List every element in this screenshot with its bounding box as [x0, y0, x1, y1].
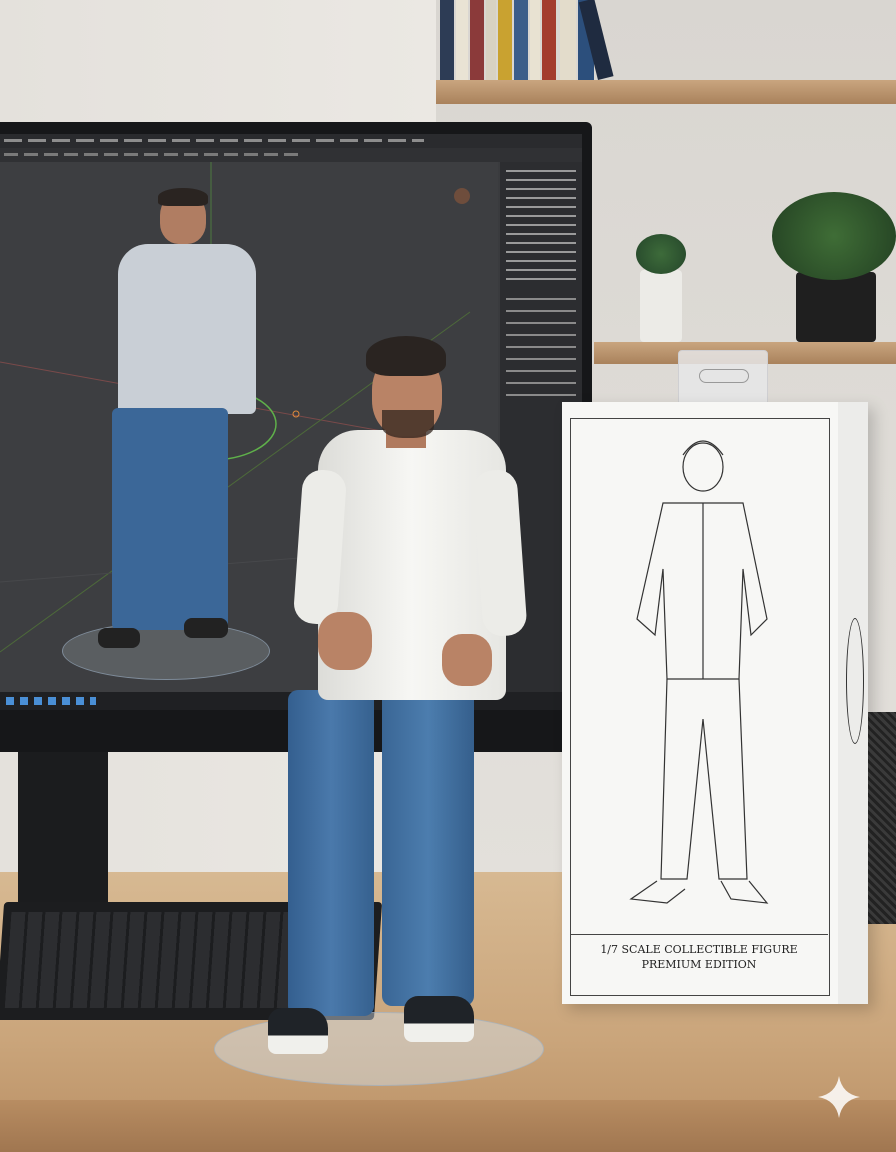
menu-items	[4, 139, 424, 142]
box-label-divider	[570, 934, 828, 935]
viewport-figure-shirt	[118, 244, 256, 414]
book	[440, 0, 454, 80]
toolbar-items	[4, 153, 304, 156]
book	[560, 0, 576, 80]
book	[498, 0, 512, 80]
app-menubar	[0, 134, 582, 148]
box-hanger-tab	[678, 350, 768, 408]
figure-left-hand	[318, 612, 372, 670]
box-emblem	[846, 618, 864, 744]
viewport-figure-shoe	[184, 618, 228, 638]
figure-left-shoe	[268, 1008, 328, 1054]
book	[486, 0, 496, 80]
desk-edge	[0, 1100, 896, 1152]
figure-right-leg	[382, 690, 474, 1006]
properties-rows	[506, 298, 576, 398]
book	[514, 0, 528, 80]
outliner-rows	[506, 170, 576, 280]
figure-beard	[382, 410, 434, 438]
figure-hair	[366, 336, 446, 376]
viewport-figure-base	[62, 622, 270, 680]
book	[470, 0, 484, 80]
figure-box-side	[838, 402, 868, 1004]
pencil-cup	[868, 712, 896, 924]
box-art-frame	[570, 418, 830, 996]
box-label-line2: PREMIUM EDITION	[641, 958, 757, 971]
figure-left-leg	[288, 690, 374, 1016]
viewport-figure-hair	[158, 188, 208, 206]
viewport-figure-jeans	[112, 408, 228, 630]
hang-hole	[699, 369, 749, 383]
plant	[636, 234, 686, 274]
monitor-stand	[18, 752, 108, 902]
shelf-board	[436, 80, 896, 104]
taskbar-icons	[6, 697, 96, 705]
sparkle-icon	[818, 1076, 860, 1118]
figure-right-hand	[442, 634, 492, 686]
figure-right-shoe	[404, 996, 474, 1042]
viewport-figure-shoe	[98, 628, 140, 648]
app-toolbar	[0, 148, 582, 162]
box-label-line1: 1/7 SCALE COLLECTIBLE FIGURE	[600, 943, 798, 956]
plant-pot	[796, 272, 876, 342]
book	[530, 0, 540, 80]
book	[456, 0, 468, 80]
figure-display-base	[214, 1012, 544, 1086]
plant-pot	[640, 270, 682, 342]
box-line-art	[629, 440, 769, 904]
book	[542, 0, 556, 80]
box-label: 1/7 SCALE COLLECTIBLE FIGURE PREMIUM EDI…	[572, 942, 826, 972]
plant	[772, 192, 896, 280]
